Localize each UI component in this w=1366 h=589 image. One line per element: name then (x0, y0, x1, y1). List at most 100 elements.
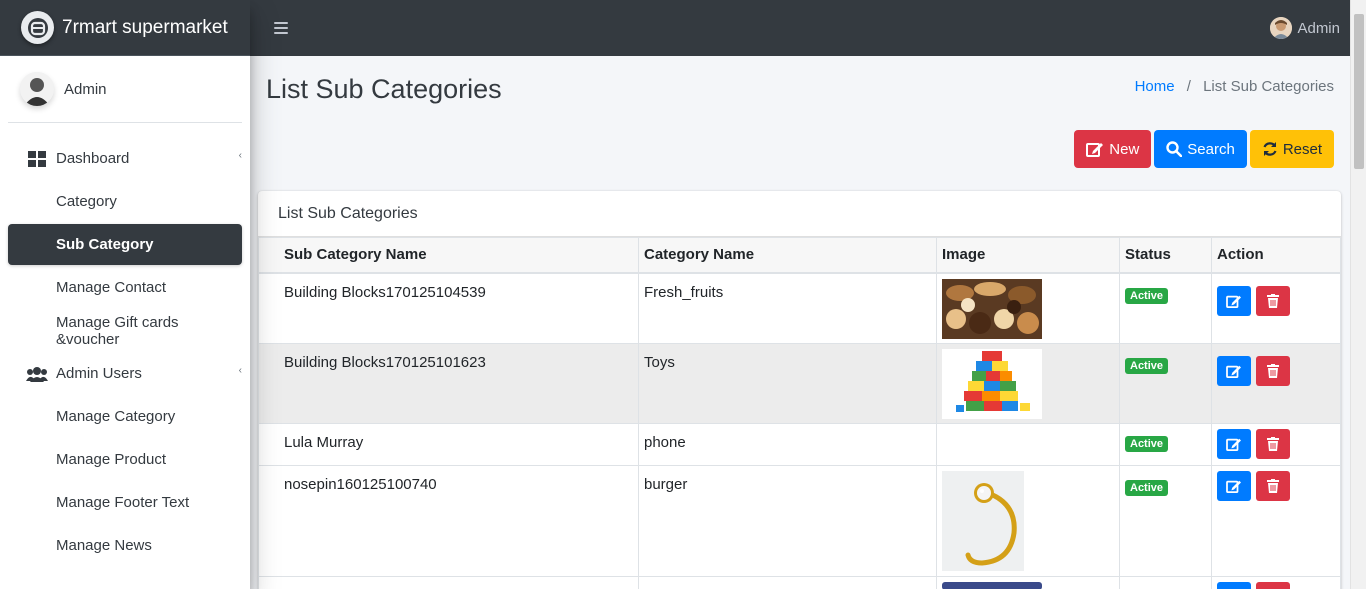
sidebar-item-category[interactable]: Category (8, 181, 242, 222)
sub-category-cell (258, 576, 639, 589)
delete-button[interactable] (1256, 429, 1291, 459)
reset-button[interactable]: Reset (1249, 130, 1334, 168)
reset-button-label: Reset (1282, 140, 1322, 158)
category-cell: phone (638, 423, 937, 466)
page-scrollbar[interactable] (1350, 0, 1366, 589)
trash-icon (1267, 364, 1280, 378)
sidebar-item-label: Category (56, 193, 117, 210)
column-header-sub-category: Sub Category Name (258, 237, 639, 274)
edit-icon (1226, 295, 1241, 308)
table-row: nosepin160125100740 burger Active (258, 465, 1341, 577)
sidebar-nav: Dashboard ‹ Category Sub Category Manage… (0, 138, 250, 566)
trash-icon (1267, 437, 1280, 451)
top-user-menu[interactable]: Admin (1270, 17, 1340, 39)
page-title: List Sub Categories (266, 74, 502, 104)
sub-category-cell: Building Blocks170125101623 (258, 343, 639, 424)
chevron-left-icon: ‹ (238, 365, 242, 376)
status-cell: Active (1119, 465, 1212, 577)
dashboard-icon (26, 148, 48, 170)
edit-button[interactable] (1217, 471, 1251, 501)
chevron-left-icon: ‹ (238, 150, 242, 161)
column-header-action: Action (1211, 237, 1341, 274)
image-cell (936, 423, 1120, 466)
image-cell (936, 272, 1120, 344)
sidebar-item-label: Admin Users (56, 365, 142, 382)
cookies-image (942, 278, 1042, 339)
search-button[interactable]: Search (1154, 130, 1247, 168)
table-row: Lula Murray phone Active (258, 423, 1341, 466)
sidebar-user-name[interactable]: Admin (64, 81, 107, 98)
image-cell (936, 343, 1120, 424)
sidebar-item-label: Dashboard (56, 150, 130, 167)
table-header-row: Sub Category Name Category Name Image St… (258, 237, 1341, 274)
sidebar-item-dashboard[interactable]: Dashboard ‹ (8, 138, 242, 179)
brand-name: 7rmart supermarket (62, 16, 228, 38)
blocks-image (942, 349, 1042, 419)
category-cell: burger (638, 465, 937, 577)
search-icon (1166, 141, 1183, 157)
content-wrapper: List Sub Categories Home / List Sub Cate… (250, 56, 1350, 589)
delete-button[interactable] (1256, 285, 1291, 316)
table-row: Building Blocks170125101623 Toys Active (258, 343, 1341, 424)
search-button-label: Search (1187, 140, 1235, 158)
new-button[interactable]: New (1074, 130, 1152, 168)
trash-icon (1267, 293, 1280, 308)
status-badge: Active (1125, 436, 1169, 452)
sidebar-item-manage-category[interactable]: Manage Category (8, 396, 242, 437)
delete-button[interactable] (1256, 582, 1291, 589)
sidebar-item-manage-product[interactable]: Manage Product (8, 439, 242, 480)
top-user-name: Admin (1297, 19, 1340, 37)
sidebar-item-label: Manage Gift cards &voucher (56, 313, 179, 348)
column-header-image: Image (936, 237, 1120, 274)
breadcrumb: Home / List Sub Categories (1135, 78, 1334, 95)
sync-icon (1263, 142, 1277, 156)
sidebar-item-manage-news[interactable]: Manage News (8, 525, 242, 566)
breadcrumb-separator: / (1186, 78, 1191, 95)
edit-icon (1226, 480, 1241, 493)
image-cell (936, 465, 1120, 577)
avatar (1270, 17, 1293, 39)
nosepin-image (942, 471, 1024, 571)
edit-button[interactable] (1217, 582, 1251, 589)
scrollbar-thumb[interactable] (1354, 14, 1364, 169)
breadcrumb-home-link[interactable]: Home (1135, 78, 1175, 95)
delete-button[interactable] (1256, 356, 1291, 386)
sidebar-item-gift-cards[interactable]: Manage Gift cards &voucher (8, 310, 242, 351)
sidebar-item-manage-footer-text[interactable]: Manage Footer Text (8, 482, 242, 523)
action-cell (1211, 576, 1341, 589)
status-badge: Active (1125, 287, 1169, 304)
edit-button[interactable] (1217, 429, 1251, 459)
status-cell: Active (1119, 423, 1212, 466)
sub-category-cell: Lula Murray (258, 423, 639, 466)
sidebar-item-label: Manage Category (56, 408, 176, 425)
user-panel[interactable]: Admin (8, 56, 242, 123)
sidebar-item-label: Manage News (56, 537, 152, 554)
action-cell (1211, 465, 1341, 577)
status-badge: Active (1125, 480, 1169, 496)
sub-categories-table: Sub Category Name Category Name Image St… (258, 237, 1341, 589)
sub-categories-card: List Sub Categories Sub Category Name Ca… (258, 191, 1341, 589)
delete-button[interactable] (1256, 471, 1291, 501)
top-navbar: Admin (250, 0, 1350, 56)
edit-icon (1226, 438, 1241, 451)
brand-link[interactable]: 7rmart supermarket (0, 0, 250, 56)
category-cell (638, 576, 937, 589)
action-cell (1211, 343, 1341, 424)
new-button-label: New (1109, 140, 1140, 158)
action-cell (1211, 423, 1341, 466)
status-cell (1119, 576, 1212, 589)
breadcrumb-current: List Sub Categories (1203, 78, 1334, 95)
status-cell: Active (1119, 272, 1212, 344)
sidebar-item-sub-category[interactable]: Sub Category (8, 224, 242, 265)
main-sidebar: 7rmart supermarket Admin Dashboard ‹ Cat… (0, 0, 250, 589)
action-buttons: New Search Reset (1074, 130, 1334, 168)
status-cell: Active (1119, 343, 1212, 424)
table-row: Building Blocks170125104539 Fresh_fruits (258, 272, 1341, 344)
edit-button[interactable] (1217, 285, 1251, 316)
status-badge: Active (1125, 358, 1169, 374)
menu-toggle-icon[interactable] (274, 19, 288, 37)
edit-icon (1086, 143, 1104, 157)
edit-button[interactable] (1217, 356, 1251, 386)
sidebar-item-admin-users[interactable]: Admin Users ‹ (8, 353, 242, 394)
sidebar-item-manage-contact[interactable]: Manage Contact (8, 267, 242, 308)
